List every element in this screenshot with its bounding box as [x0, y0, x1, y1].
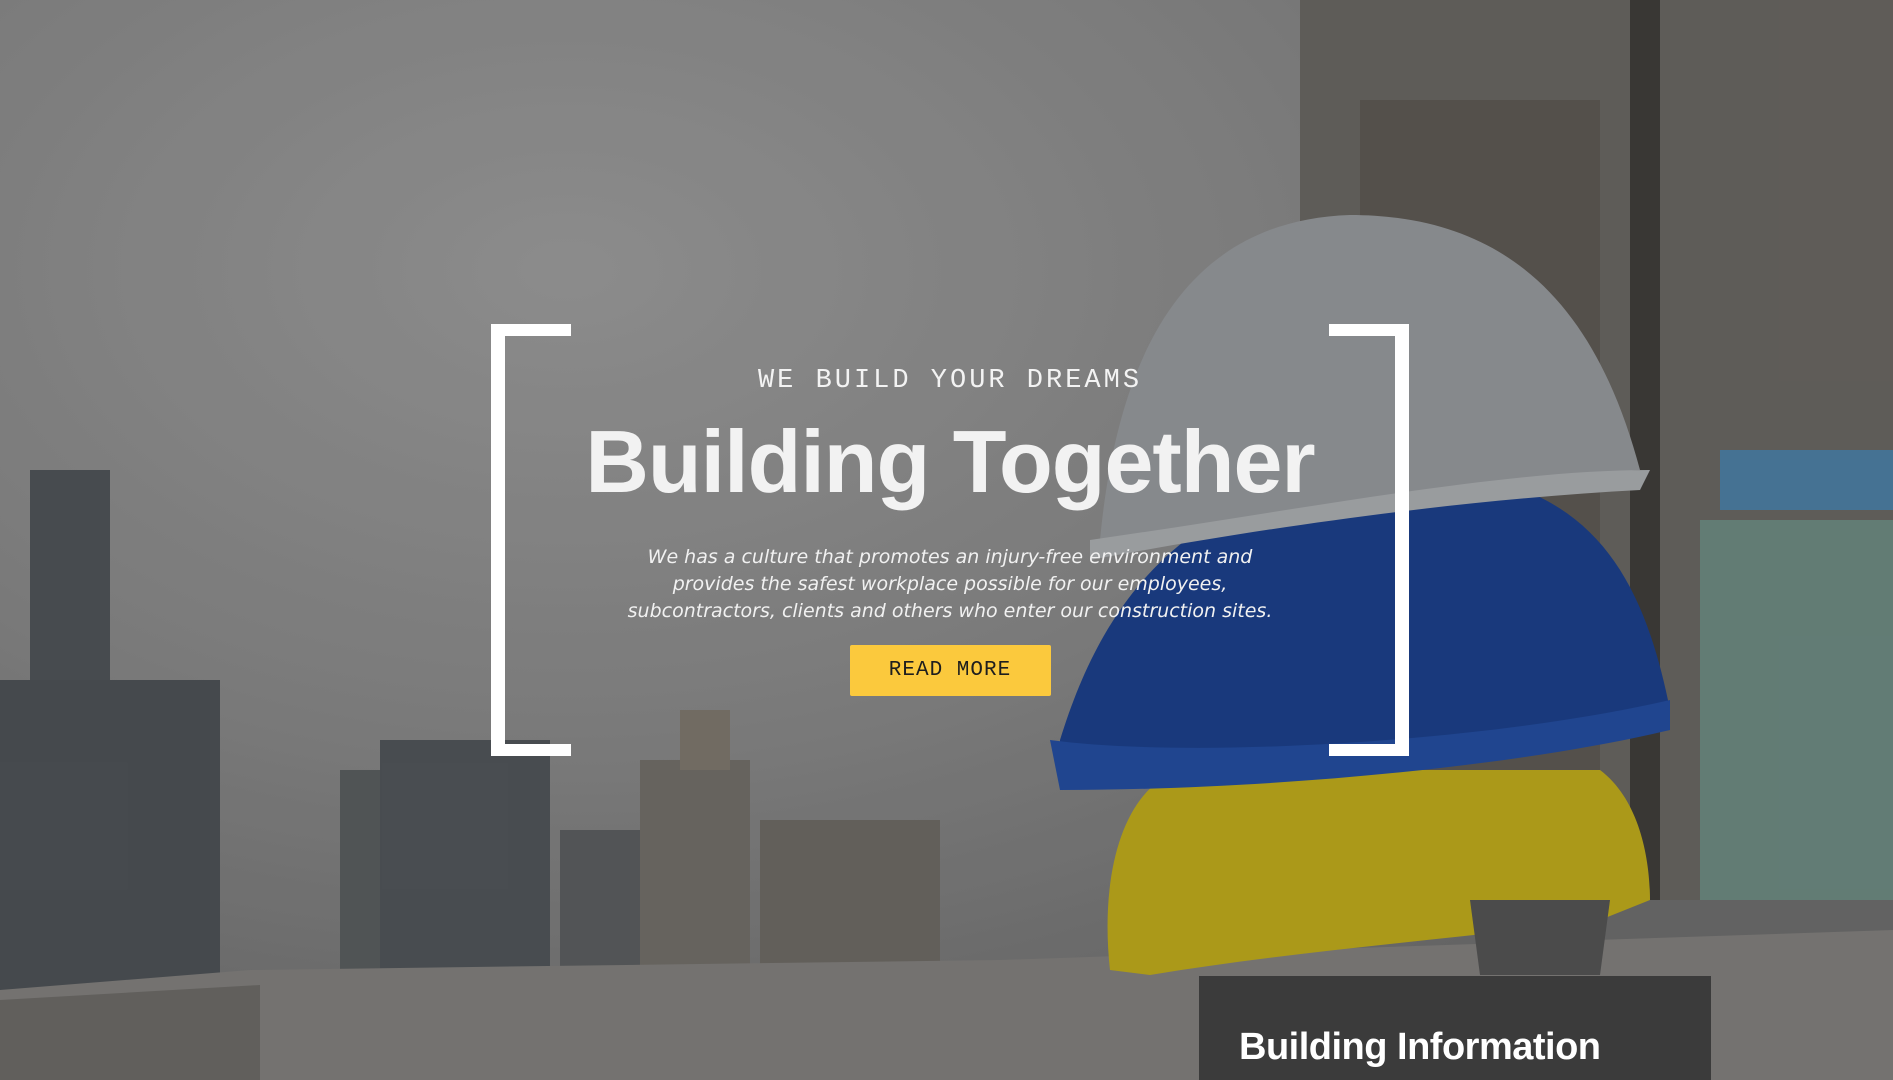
hero-title: Building Together [585, 412, 1315, 511]
hero-content: WE BUILD YOUR DREAMS Building Together W… [580, 360, 1320, 696]
hero-eyebrow: WE BUILD YOUR DREAMS [757, 366, 1143, 396]
read-more-button[interactable]: READ MORE [849, 645, 1051, 696]
hero-section: WE BUILD YOUR DREAMS Building Together W… [0, 0, 1893, 1080]
building-information-panel: Building Information [1199, 976, 1711, 1080]
building-information-title: Building Information [1239, 1026, 1601, 1068]
left-bracket-frame [491, 324, 571, 756]
hero-description: We has a culture that promotes an injury… [627, 546, 1273, 622]
right-bracket-frame [1329, 324, 1409, 756]
